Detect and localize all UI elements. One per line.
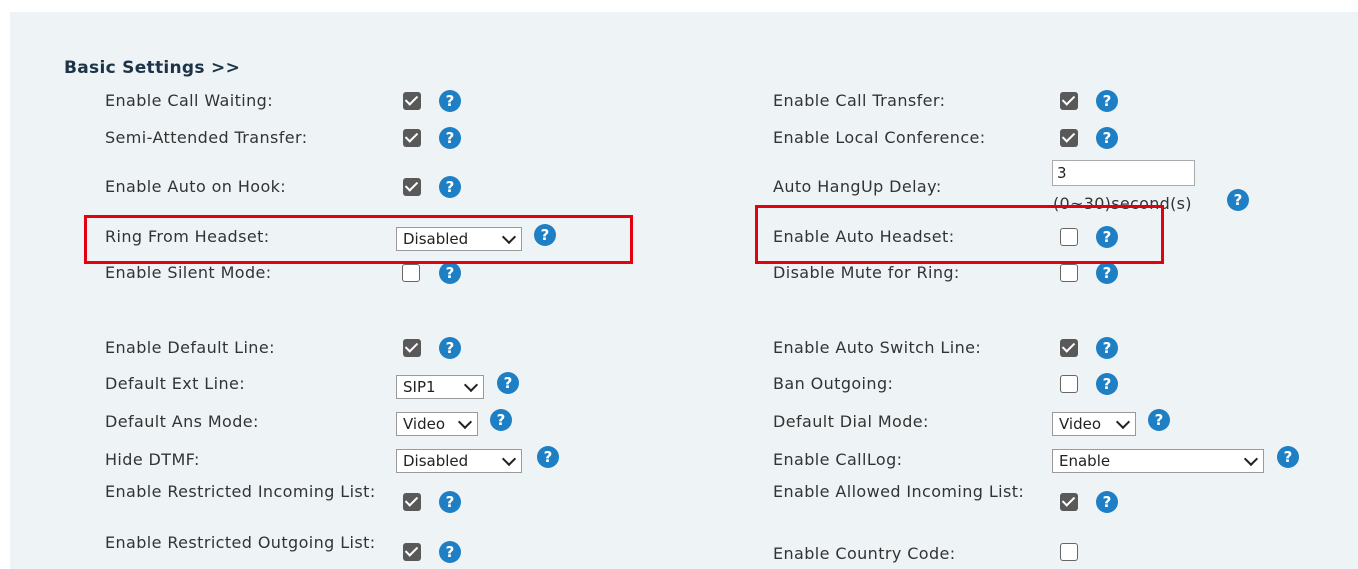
auto-hangup-delay-label: Auto HangUp Delay: (773, 177, 942, 196)
calllog-select[interactable]: Enable (1052, 449, 1264, 473)
restricted-outgoing-label: Enable Restricted Outgoing List: (105, 533, 376, 552)
default-line-checkbox[interactable] (403, 339, 421, 357)
restricted-outgoing-checkbox[interactable] (403, 543, 421, 561)
chevron-down-icon (457, 414, 473, 430)
default-ext-line-select[interactable]: SIP1 (396, 375, 484, 399)
country-code-label: Enable Country Code: (773, 544, 956, 563)
auto-hangup-delay-input[interactable]: 3 (1052, 160, 1195, 186)
highlight-box (755, 205, 1164, 264)
help-icon[interactable]: ? (439, 176, 461, 198)
default-dial-mode-label: Default Dial Mode: (773, 412, 929, 431)
silent-mode-checkbox[interactable] (402, 264, 420, 282)
call-transfer-checkbox[interactable] (1060, 92, 1078, 110)
help-icon[interactable]: ? (1096, 373, 1118, 395)
help-icon[interactable]: ? (1096, 262, 1118, 284)
hide-dtmf-select[interactable]: Disabled (396, 449, 522, 473)
help-icon[interactable]: ? (439, 127, 461, 149)
help-icon[interactable]: ? (497, 372, 519, 394)
auto-switch-line-checkbox[interactable] (1060, 339, 1078, 357)
settings-panel: Basic Settings >> Enable Call Waiting: ?… (10, 12, 1358, 569)
help-icon[interactable]: ? (439, 491, 461, 513)
help-icon[interactable]: ? (537, 446, 559, 468)
calllog-label: Enable CallLog: (773, 450, 903, 469)
default-ext-line-label: Default Ext Line: (105, 374, 246, 393)
help-icon[interactable]: ? (1227, 189, 1249, 211)
restricted-incoming-label: Enable Restricted Incoming List: (105, 482, 376, 501)
chevron-down-icon (501, 451, 517, 467)
help-icon[interactable]: ? (1096, 491, 1118, 513)
help-icon[interactable]: ? (490, 409, 512, 431)
local-conference-label: Enable Local Conference: (773, 128, 986, 147)
auto-switch-line-label: Enable Auto Switch Line: (773, 338, 982, 357)
default-ext-line-value: SIP1 (403, 378, 436, 396)
help-icon[interactable]: ? (1277, 446, 1299, 468)
ban-outgoing-label: Ban Outgoing: (773, 374, 894, 393)
call-waiting-label: Enable Call Waiting: (105, 91, 273, 110)
chevron-down-icon (463, 377, 479, 393)
disable-mute-ring-checkbox[interactable] (1060, 264, 1078, 282)
disable-mute-ring-label: Disable Mute for Ring: (773, 263, 960, 282)
default-ans-mode-label: Default Ans Mode: (105, 412, 259, 431)
chevron-down-icon (1243, 451, 1259, 467)
allowed-incoming-label: Enable Allowed Incoming List: (773, 482, 1025, 501)
help-icon[interactable]: ? (439, 541, 461, 563)
silent-mode-label: Enable Silent Mode: (105, 263, 272, 282)
default-ans-mode-select[interactable]: Video (396, 412, 478, 436)
help-icon[interactable]: ? (1148, 409, 1170, 431)
call-waiting-checkbox[interactable] (403, 92, 421, 110)
help-icon[interactable]: ? (439, 90, 461, 112)
allowed-incoming-checkbox[interactable] (1060, 493, 1078, 511)
hide-dtmf-value: Disabled (403, 452, 469, 470)
help-icon[interactable]: ? (439, 262, 461, 284)
help-icon[interactable]: ? (1096, 127, 1118, 149)
help-icon[interactable]: ? (1096, 337, 1118, 359)
call-transfer-label: Enable Call Transfer: (773, 91, 946, 110)
auto-on-hook-label: Enable Auto on Hook: (105, 177, 287, 196)
default-dial-mode-select[interactable]: Video (1052, 412, 1136, 436)
default-ans-mode-value: Video (403, 415, 446, 433)
hide-dtmf-label: Hide DTMF: (105, 450, 200, 469)
local-conference-checkbox[interactable] (1060, 129, 1078, 147)
calllog-value: Enable (1059, 452, 1111, 470)
chevron-down-icon (1115, 414, 1131, 430)
semi-attended-transfer-label: Semi-Attended Transfer: (105, 128, 308, 147)
auto-on-hook-checkbox[interactable] (403, 178, 421, 196)
default-line-label: Enable Default Line: (105, 338, 275, 357)
semi-attended-transfer-checkbox[interactable] (403, 129, 421, 147)
ban-outgoing-checkbox[interactable] (1060, 375, 1078, 393)
help-icon[interactable]: ? (439, 337, 461, 359)
help-icon[interactable]: ? (1096, 90, 1118, 112)
section-title: Basic Settings >> (64, 58, 241, 78)
country-code-checkbox[interactable] (1060, 543, 1078, 561)
highlight-box (84, 215, 633, 264)
restricted-incoming-checkbox[interactable] (403, 493, 421, 511)
default-dial-mode-value: Video (1059, 415, 1102, 433)
